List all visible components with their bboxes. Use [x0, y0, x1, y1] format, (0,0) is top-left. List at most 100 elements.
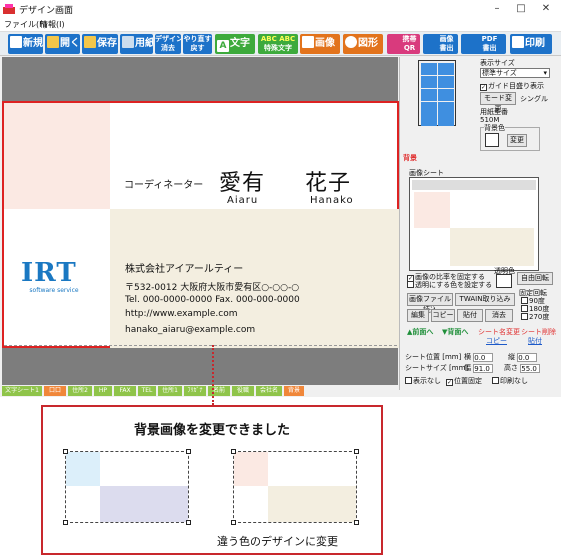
pdf-export-button[interactable]: PDF 書出: [461, 34, 506, 54]
sheet-tab[interactable]: 住所1: [158, 386, 182, 396]
close-button[interactable]: ✕: [533, 1, 559, 17]
print-button[interactable]: 印刷: [510, 34, 552, 54]
height-label: 高さ: [504, 364, 518, 372]
sheet-tab[interactable]: ﾌﾘｶﾞﾅ: [184, 386, 206, 396]
pdf-top: PDF: [481, 35, 498, 43]
qr-bottom: QR: [403, 44, 416, 52]
sheet-tab[interactable]: 住所2: [68, 386, 92, 396]
callout-caption: 違う色のデザインに変更: [217, 535, 338, 548]
transparency-swatch[interactable]: [496, 274, 512, 288]
save-icon: [84, 36, 96, 48]
sheet-tab[interactable]: 背景: [284, 386, 304, 396]
card-address[interactable]: 〒532-0012 大阪府大阪市愛有区○-○○-○: [125, 280, 299, 293]
no-print-label: 印刷なし: [500, 377, 528, 385]
callout-connector: [212, 345, 214, 405]
lock-pos-option[interactable]: ✓ 位置固定: [446, 376, 482, 386]
sheet-tab[interactable]: TEL: [138, 386, 156, 396]
new-button[interactable]: 新規: [8, 34, 43, 54]
width-label: 幅: [464, 364, 471, 372]
logo-subtext: software service: [29, 287, 79, 294]
card-job-title[interactable]: コーディネーター: [124, 176, 203, 191]
sheet-tab[interactable]: FAX: [114, 386, 136, 396]
sheet-tab[interactable]: 口口: [44, 386, 66, 396]
card-family-name[interactable]: 愛有: [219, 165, 265, 197]
open-label: 開く: [60, 38, 80, 49]
bg-color-swatch[interactable]: [485, 133, 499, 147]
sheet-tab[interactable]: 会社名: [256, 386, 282, 396]
qr-button[interactable]: 携帯 QR: [387, 34, 420, 54]
open-button[interactable]: 開く: [45, 34, 80, 54]
paper-button[interactable]: 用紙: [120, 34, 153, 54]
card-email[interactable]: hanako_aiaru@example.com: [125, 325, 255, 335]
image-button[interactable]: 画像: [300, 34, 340, 54]
no-print-option[interactable]: 印刷なし: [492, 376, 528, 386]
shape-button[interactable]: 図形: [343, 34, 383, 54]
image-export-button[interactable]: 画像 書出: [423, 34, 458, 54]
resize-handle: [63, 449, 68, 454]
special-top: ABC ABC: [260, 35, 296, 43]
minimize-button[interactable]: –: [484, 1, 510, 17]
w-label: 横: [464, 353, 471, 361]
w-pos-input[interactable]: 0.0: [473, 353, 494, 362]
card-url[interactable]: http://www.example.com: [125, 309, 238, 319]
transparent-option[interactable]: 透明にする色を設定する: [407, 280, 492, 290]
rotate-270-option[interactable]: 270度: [521, 312, 549, 322]
card-romaji-given[interactable]: Hanako: [310, 195, 354, 206]
business-card[interactable]: コーディネーター 愛有 花子 Aiaru Hanako IRT software…: [2, 101, 399, 348]
h-pos-input[interactable]: 0.0: [517, 353, 538, 362]
height-input[interactable]: 55.0: [520, 364, 541, 373]
no-print-checkbox[interactable]: [492, 377, 499, 384]
printer-icon: [512, 36, 524, 48]
copy-link[interactable]: コピー: [486, 336, 507, 346]
free-rotate-button[interactable]: 自由回転: [517, 272, 553, 285]
card-romaji-family[interactable]: Aiaru: [227, 195, 258, 206]
bg-color-change-button[interactable]: 変更: [507, 134, 527, 147]
width-input[interactable]: 91.0: [473, 364, 494, 373]
design-erase-bottom: 消去: [161, 44, 175, 52]
save-button[interactable]: 保存: [82, 34, 118, 54]
card-company[interactable]: 株式会社アイアールティー: [125, 260, 243, 275]
design-canvas[interactable]: コーディネーター 愛有 花子 Aiaru Hanako IRT software…: [2, 57, 399, 385]
card-tel-fax[interactable]: Tel. 000-0000-0000 Fax. 000-000-0000: [125, 295, 300, 305]
copy-button[interactable]: コピー: [431, 309, 455, 322]
w-pos: 横 0.0: [464, 352, 494, 362]
company-logo[interactable]: IRT software service: [21, 259, 87, 299]
sheet-tab[interactable]: 役職: [232, 386, 254, 396]
sheet-tab[interactable]: HP: [94, 386, 112, 396]
paste-button[interactable]: 貼付: [457, 309, 483, 322]
special-char-button[interactable]: ABC ABC 特殊文字: [258, 34, 298, 54]
layout-preview[interactable]: [418, 60, 456, 126]
hide-option[interactable]: 表示なし: [405, 376, 441, 386]
edit-button[interactable]: 編集: [407, 309, 429, 322]
rotate-180-checkbox[interactable]: [521, 305, 528, 312]
display-size-select[interactable]: 標準サイズ ▾: [480, 68, 550, 78]
card-given-name[interactable]: 花子: [305, 165, 351, 197]
guide-toggle[interactable]: ✓ ガイド目盛り表示: [480, 81, 544, 91]
sheet-tab[interactable]: 文字シート1: [2, 386, 42, 396]
before-preview: [65, 451, 189, 523]
transparent-checkbox[interactable]: [407, 281, 414, 288]
rotate-90-checkbox[interactable]: [521, 297, 528, 304]
send-back-link[interactable]: ▼背面へ: [442, 327, 468, 337]
chevron-down-icon: ▾: [543, 69, 547, 77]
undo-button[interactable]: やり直す 戻す: [183, 34, 212, 54]
save-label: 保存: [97, 38, 117, 49]
hide-checkbox[interactable]: [405, 377, 412, 384]
imgout-bottom: 書出: [439, 44, 454, 52]
menu-info[interactable]: 情報(I): [40, 19, 65, 30]
after-pink-block: [234, 452, 268, 486]
maximize-button[interactable]: □: [508, 1, 534, 17]
load-file-button[interactable]: 画像ファイル読込: [407, 293, 453, 314]
bring-front-link[interactable]: ▲前面へ: [407, 327, 433, 337]
delete-button[interactable]: 消去: [485, 309, 513, 322]
paste-link[interactable]: 貼付: [528, 336, 542, 346]
twain-button[interactable]: TWAIN取り込み: [455, 293, 515, 306]
mode-change-button[interactable]: モード変更: [480, 92, 516, 113]
guide-checkbox[interactable]: ✓: [480, 84, 487, 91]
image-sheet-preview[interactable]: [409, 177, 539, 271]
text-button[interactable]: A 文字: [215, 34, 255, 54]
design-erase-button[interactable]: デザイン 消去: [155, 34, 181, 54]
background-section-header: 背景: [403, 154, 417, 162]
lock-pos-checkbox[interactable]: ✓: [446, 379, 453, 386]
rotate-270-checkbox[interactable]: [521, 313, 528, 320]
